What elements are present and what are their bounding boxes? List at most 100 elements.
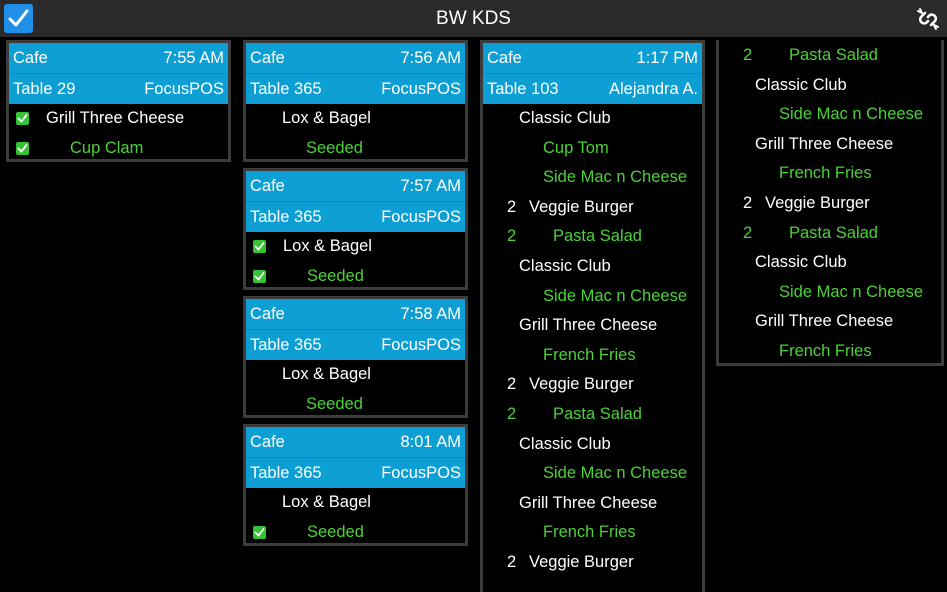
modifier-item[interactable]: French Fries: [719, 159, 941, 189]
sync-link-icon: [917, 8, 939, 30]
order-ticket[interactable]: Cafe 8:01 AM Table 365 FocusPOS Lox & Bagel S…: [243, 424, 468, 546]
order-item[interactable]: Classic Club: [483, 104, 702, 134]
ticket-table: Table 103: [487, 80, 559, 98]
order-item[interactable]: Grill Three Cheese: [483, 489, 702, 519]
item-label: Veggie Burger: [529, 375, 634, 394]
ticket-time: 8:01 AM: [400, 433, 461, 451]
modifier-item[interactable]: Side Mac n Cheese: [719, 100, 941, 130]
item-label: French Fries: [543, 345, 636, 364]
item-label: Cup Clam: [70, 138, 144, 157]
ticket-time: 7:56 AM: [400, 49, 461, 67]
item-label: Veggie Burger: [529, 197, 634, 216]
ticket-table: Table 365: [250, 464, 322, 482]
modifier-item[interactable]: Side Mac n Cheese: [483, 163, 702, 193]
order-item[interactable]: Classic Club: [483, 252, 702, 282]
order-item[interactable]: Grill Three Cheese: [719, 307, 941, 337]
item-label: Side Mac n Cheese: [779, 282, 923, 301]
item-label: Lox & Bagel: [282, 493, 371, 511]
ticket-time: 7:57 AM: [400, 177, 461, 195]
item-label: Veggie Burger: [765, 193, 870, 212]
ticket-time: 1:17 PM: [636, 49, 698, 67]
modifier-item[interactable]: Seeded: [246, 518, 465, 548]
order-ticket[interactable]: Cafe 7:58 AM Table 365 FocusPOS Lox & Bagel S…: [243, 296, 468, 418]
modifier-item[interactable]: French Fries: [483, 518, 702, 548]
ticket-table: Table 29: [13, 80, 76, 98]
modifier-item[interactable]: 2 Pasta Salad: [719, 41, 941, 71]
order-item[interactable]: Lox & Bagel: [246, 488, 465, 518]
item-label: Classic Club: [755, 75, 847, 94]
order-item[interactable]: 2 Veggie Burger: [483, 370, 702, 400]
modifier-item[interactable]: Side Mac n Cheese: [719, 278, 941, 308]
modifier-item[interactable]: 2 Pasta Salad: [719, 219, 941, 249]
order-item[interactable]: Lox & Bagel: [246, 232, 465, 262]
order-item[interactable]: Lox & Bagel: [246, 360, 465, 390]
check-box-icon: [16, 141, 29, 155]
ticket-location: Cafe: [13, 49, 48, 67]
ticket-items: Lox & Bagel Seeded: [246, 360, 465, 419]
modifier-item[interactable]: Side Mac n Cheese: [483, 282, 702, 312]
modifier-item[interactable]: Seeded: [246, 390, 465, 420]
order-ticket[interactable]: Cafe 7:57 AM Table 365 FocusPOS Lox & Bagel S…: [243, 168, 468, 290]
ticket-time: 7:58 AM: [400, 305, 461, 323]
sync-button[interactable]: [915, 6, 941, 32]
item-label: Pasta Salad: [789, 223, 878, 242]
modifier-item[interactable]: 2 Pasta Salad: [483, 400, 702, 430]
ticket-server: FocusPOS: [381, 336, 461, 354]
ticket-header[interactable]: Cafe 7:57 AM Table 365 FocusPOS: [246, 171, 465, 232]
ticket-server: FocusPOS: [381, 464, 461, 482]
order-item[interactable]: Grill Three Cheese: [483, 311, 702, 341]
app-title: BW KDS: [436, 8, 511, 29]
ticket-location: Cafe: [487, 49, 522, 67]
item-label: Side Mac n Cheese: [779, 105, 923, 124]
order-item[interactable]: Classic Club: [719, 248, 941, 278]
checkmark-icon: [8, 9, 29, 27]
item-label: French Fries: [543, 523, 636, 542]
order-item[interactable]: 2 Veggie Burger: [483, 193, 702, 223]
ticket-time: 7:55 AM: [163, 49, 224, 67]
order-item[interactable]: 2 Veggie Burger: [483, 548, 702, 578]
order-item[interactable]: Grill Three Cheese: [9, 104, 228, 134]
order-item[interactable]: Classic Club: [483, 430, 702, 460]
order-item[interactable]: Classic Club: [719, 71, 941, 101]
modifier-item[interactable]: Cup Tom: [483, 134, 702, 164]
ticket-items: Lox & Bagel Seeded: [246, 232, 465, 291]
select-all-button[interactable]: [4, 4, 33, 33]
order-ticket[interactable]: Cafe 7:55 AM Table 29 FocusPOS Grill Three C…: [6, 40, 231, 162]
item-label: Grill Three Cheese: [519, 316, 658, 335]
ticket-header[interactable]: Cafe 7:58 AM Table 365 FocusPOS: [246, 299, 465, 360]
modifier-item[interactable]: Seeded: [246, 134, 465, 164]
ticket-server: FocusPOS: [144, 80, 224, 98]
modifier-item[interactable]: Seeded: [246, 262, 465, 292]
modifier-item[interactable]: 2 Pasta Salad: [483, 222, 702, 252]
ticket-header[interactable]: Cafe 8:01 AM Table 365 FocusPOS: [246, 427, 465, 488]
ticket-server: Alejandra A.: [609, 80, 698, 98]
modifier-item[interactable]: French Fries: [719, 337, 941, 367]
ticket-server: FocusPOS: [381, 80, 461, 98]
ticket-location: Cafe: [250, 305, 285, 323]
item-label: Lox & Bagel: [282, 109, 371, 127]
modifier-item[interactable]: Cup Clam: [9, 134, 228, 164]
item-quantity: 2: [743, 193, 753, 212]
item-label: Seeded: [306, 394, 363, 413]
modifier-item[interactable]: Side Mac n Cheese: [483, 459, 702, 489]
check-box-icon: [253, 240, 266, 253]
modifier-item[interactable]: French Fries: [483, 341, 702, 371]
item-label: Grill Three Cheese: [755, 312, 894, 331]
item-label: Veggie Burger: [529, 552, 634, 571]
item-label: Pasta Salad: [553, 404, 642, 423]
item-label: Grill Three Cheese: [519, 493, 658, 512]
order-item[interactable]: 2 Veggie Burger: [719, 189, 941, 219]
order-item[interactable]: Grill Three Cheese: [719, 130, 941, 160]
item-label: Classic Club: [519, 256, 611, 275]
ticket-table: Table 365: [250, 80, 322, 98]
ticket-header[interactable]: Cafe 1:17 PM Table 103 Alejandra A.: [483, 43, 702, 104]
order-ticket[interactable]: Cafe 1:17 PM Table 103 Alejandra A. Classic …: [480, 40, 705, 592]
order-ticket-continued[interactable]: 2 Pasta Salad Classic Club Side Mac n Chees…: [716, 40, 944, 366]
item-quantity: 2: [743, 46, 753, 64]
ticket-header[interactable]: Cafe 7:55 AM Table 29 FocusPOS: [9, 43, 228, 104]
item-label: French Fries: [779, 164, 872, 183]
item-quantity: 2: [507, 197, 517, 216]
ticket-header[interactable]: Cafe 7:56 AM Table 365 FocusPOS: [246, 43, 465, 104]
order-item[interactable]: Lox & Bagel: [246, 104, 465, 134]
order-ticket[interactable]: Cafe 7:56 AM Table 365 FocusPOS Lox & Bagel S…: [243, 40, 468, 162]
